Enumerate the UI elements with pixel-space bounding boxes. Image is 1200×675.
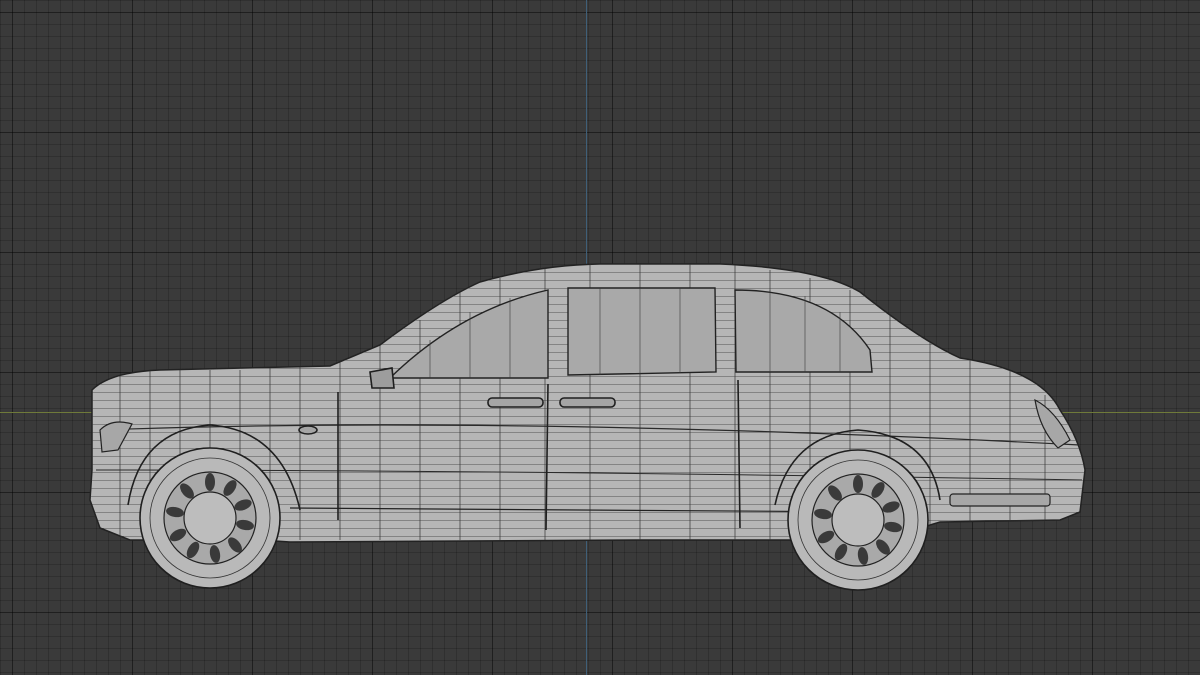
front-wheel [139, 447, 281, 589]
3d-viewport[interactable] [0, 0, 1200, 675]
car-wireframe-model[interactable] [0, 0, 1200, 675]
rear-wheel [787, 449, 929, 591]
